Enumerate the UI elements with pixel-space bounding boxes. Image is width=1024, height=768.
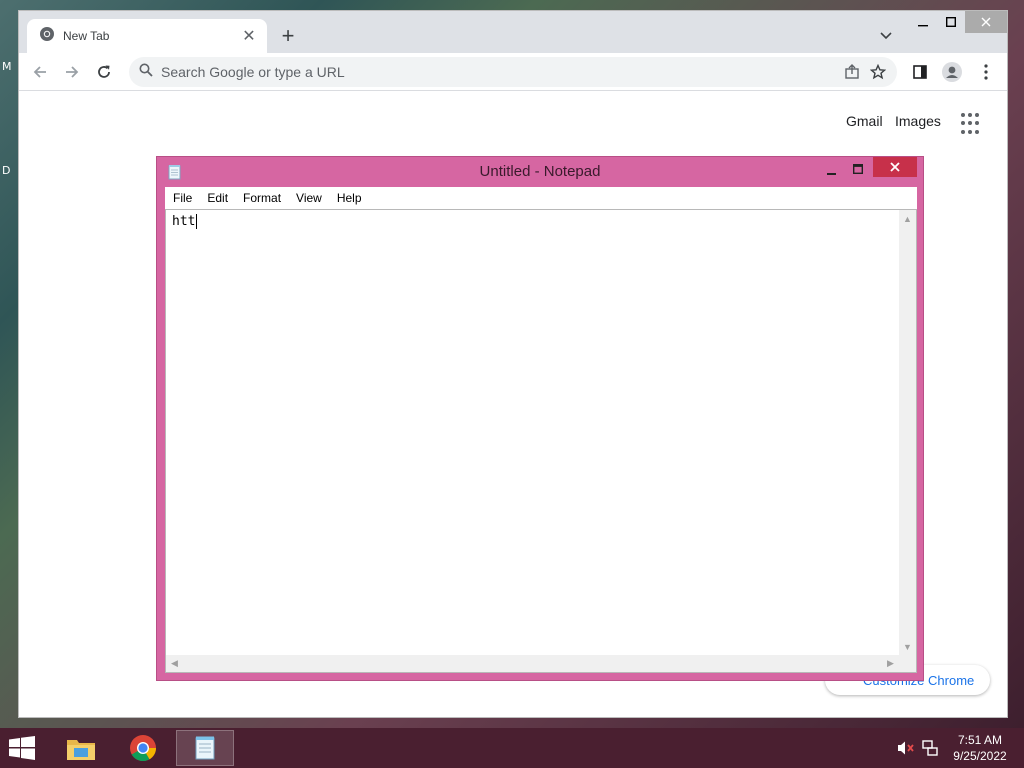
google-apps-icon[interactable] [961, 113, 983, 135]
chrome-icon [130, 735, 157, 762]
text-caret [196, 214, 198, 229]
network-icon[interactable] [920, 738, 940, 758]
omnibox[interactable]: Search Google or type a URL [129, 57, 897, 87]
chrome-close-button[interactable] [965, 11, 1007, 33]
chrome-maximize-button[interactable] [937, 11, 965, 33]
kebab-menu-icon [984, 64, 988, 80]
chrome-minimize-button[interactable] [909, 11, 937, 33]
back-button[interactable] [27, 59, 53, 85]
chrome-titlebar: New Tab ✕ + [19, 11, 1007, 53]
chrome-favicon-icon [39, 26, 55, 47]
menu-file[interactable]: File [171, 191, 198, 205]
reload-icon [98, 65, 110, 78]
chevron-down-icon [880, 32, 892, 40]
start-button[interactable] [8, 736, 38, 760]
omnibox-placeholder: Search Google or type a URL [161, 64, 345, 80]
scroll-right-icon[interactable]: ▶ [882, 655, 899, 672]
minimize-icon [827, 173, 836, 175]
side-panel-button[interactable] [907, 59, 933, 85]
vertical-scrollbar[interactable]: ▲ ▼ [899, 210, 916, 655]
notepad-icon [195, 736, 215, 760]
notepad-text-area[interactable]: htt ▲ ▼ ◀ ▶ [165, 209, 917, 673]
close-icon [981, 17, 991, 27]
menu-help[interactable]: Help [335, 191, 368, 205]
system-clock[interactable]: 7:51 AM 9/25/2022 [944, 732, 1016, 764]
notepad-menubar: File Edit Format View Help [165, 187, 917, 209]
images-link[interactable]: Images [895, 113, 941, 129]
arrow-right-icon [66, 66, 79, 78]
tab-new-tab[interactable]: New Tab ✕ [27, 19, 267, 53]
menu-view[interactable]: View [294, 191, 328, 205]
taskbar: 7:51 AM 9/25/2022 [0, 728, 1024, 768]
tab-search-button[interactable] [875, 25, 897, 47]
desktop-icon-label: D [2, 164, 11, 177]
maximize-icon [853, 164, 863, 174]
notepad-maximize-button[interactable] [845, 159, 871, 179]
chrome-menu-button[interactable] [973, 59, 999, 85]
gmail-link[interactable]: Gmail [846, 113, 883, 129]
file-explorer-icon [67, 740, 95, 760]
clock-time: 7:51 AM [957, 733, 1003, 747]
notepad-title: Untitled - Notepad [479, 163, 601, 180]
tab-title: New Tab [63, 29, 110, 43]
search-icon [139, 63, 153, 82]
share-icon[interactable] [839, 59, 865, 85]
tab-close-icon[interactable]: ✕ [237, 24, 261, 48]
notepad-window: Untitled - Notepad File Edit Format View… [156, 156, 924, 681]
chrome-toolbar: Search Google or type a URL [19, 53, 1007, 91]
windows-logo-icon [9, 736, 35, 760]
bookmark-star-icon[interactable] [865, 59, 891, 85]
close-icon [890, 162, 900, 172]
scroll-left-icon[interactable]: ◀ [166, 655, 183, 672]
menu-edit[interactable]: Edit [205, 191, 234, 205]
profile-avatar-icon [942, 62, 962, 82]
taskbar-file-explorer[interactable] [52, 730, 110, 766]
volume-muted-icon[interactable] [896, 738, 916, 758]
maximize-icon [946, 17, 956, 27]
notepad-minimize-button[interactable] [819, 161, 845, 181]
scroll-down-icon[interactable]: ▼ [899, 638, 916, 655]
clock-date: 9/25/2022 [953, 749, 1007, 763]
menu-format[interactable]: Format [241, 191, 287, 205]
reload-button[interactable] [91, 59, 117, 85]
taskbar-chrome[interactable] [114, 730, 172, 766]
resize-grip-icon[interactable] [899, 655, 916, 672]
taskbar-notepad[interactable] [176, 730, 234, 766]
desktop-icon-label: M [2, 60, 12, 73]
notepad-close-button[interactable] [873, 157, 917, 177]
profile-button[interactable] [939, 59, 965, 85]
notepad-text: htt [172, 214, 196, 229]
arrow-left-icon [33, 66, 46, 78]
minimize-icon [918, 25, 928, 27]
scroll-up-icon[interactable]: ▲ [899, 210, 916, 227]
notepad-content: htt [172, 214, 198, 229]
side-panel-icon [913, 65, 927, 79]
horizontal-scrollbar[interactable]: ◀ ▶ [166, 655, 899, 672]
new-tab-button[interactable]: + [275, 23, 301, 49]
forward-button[interactable] [59, 59, 85, 85]
